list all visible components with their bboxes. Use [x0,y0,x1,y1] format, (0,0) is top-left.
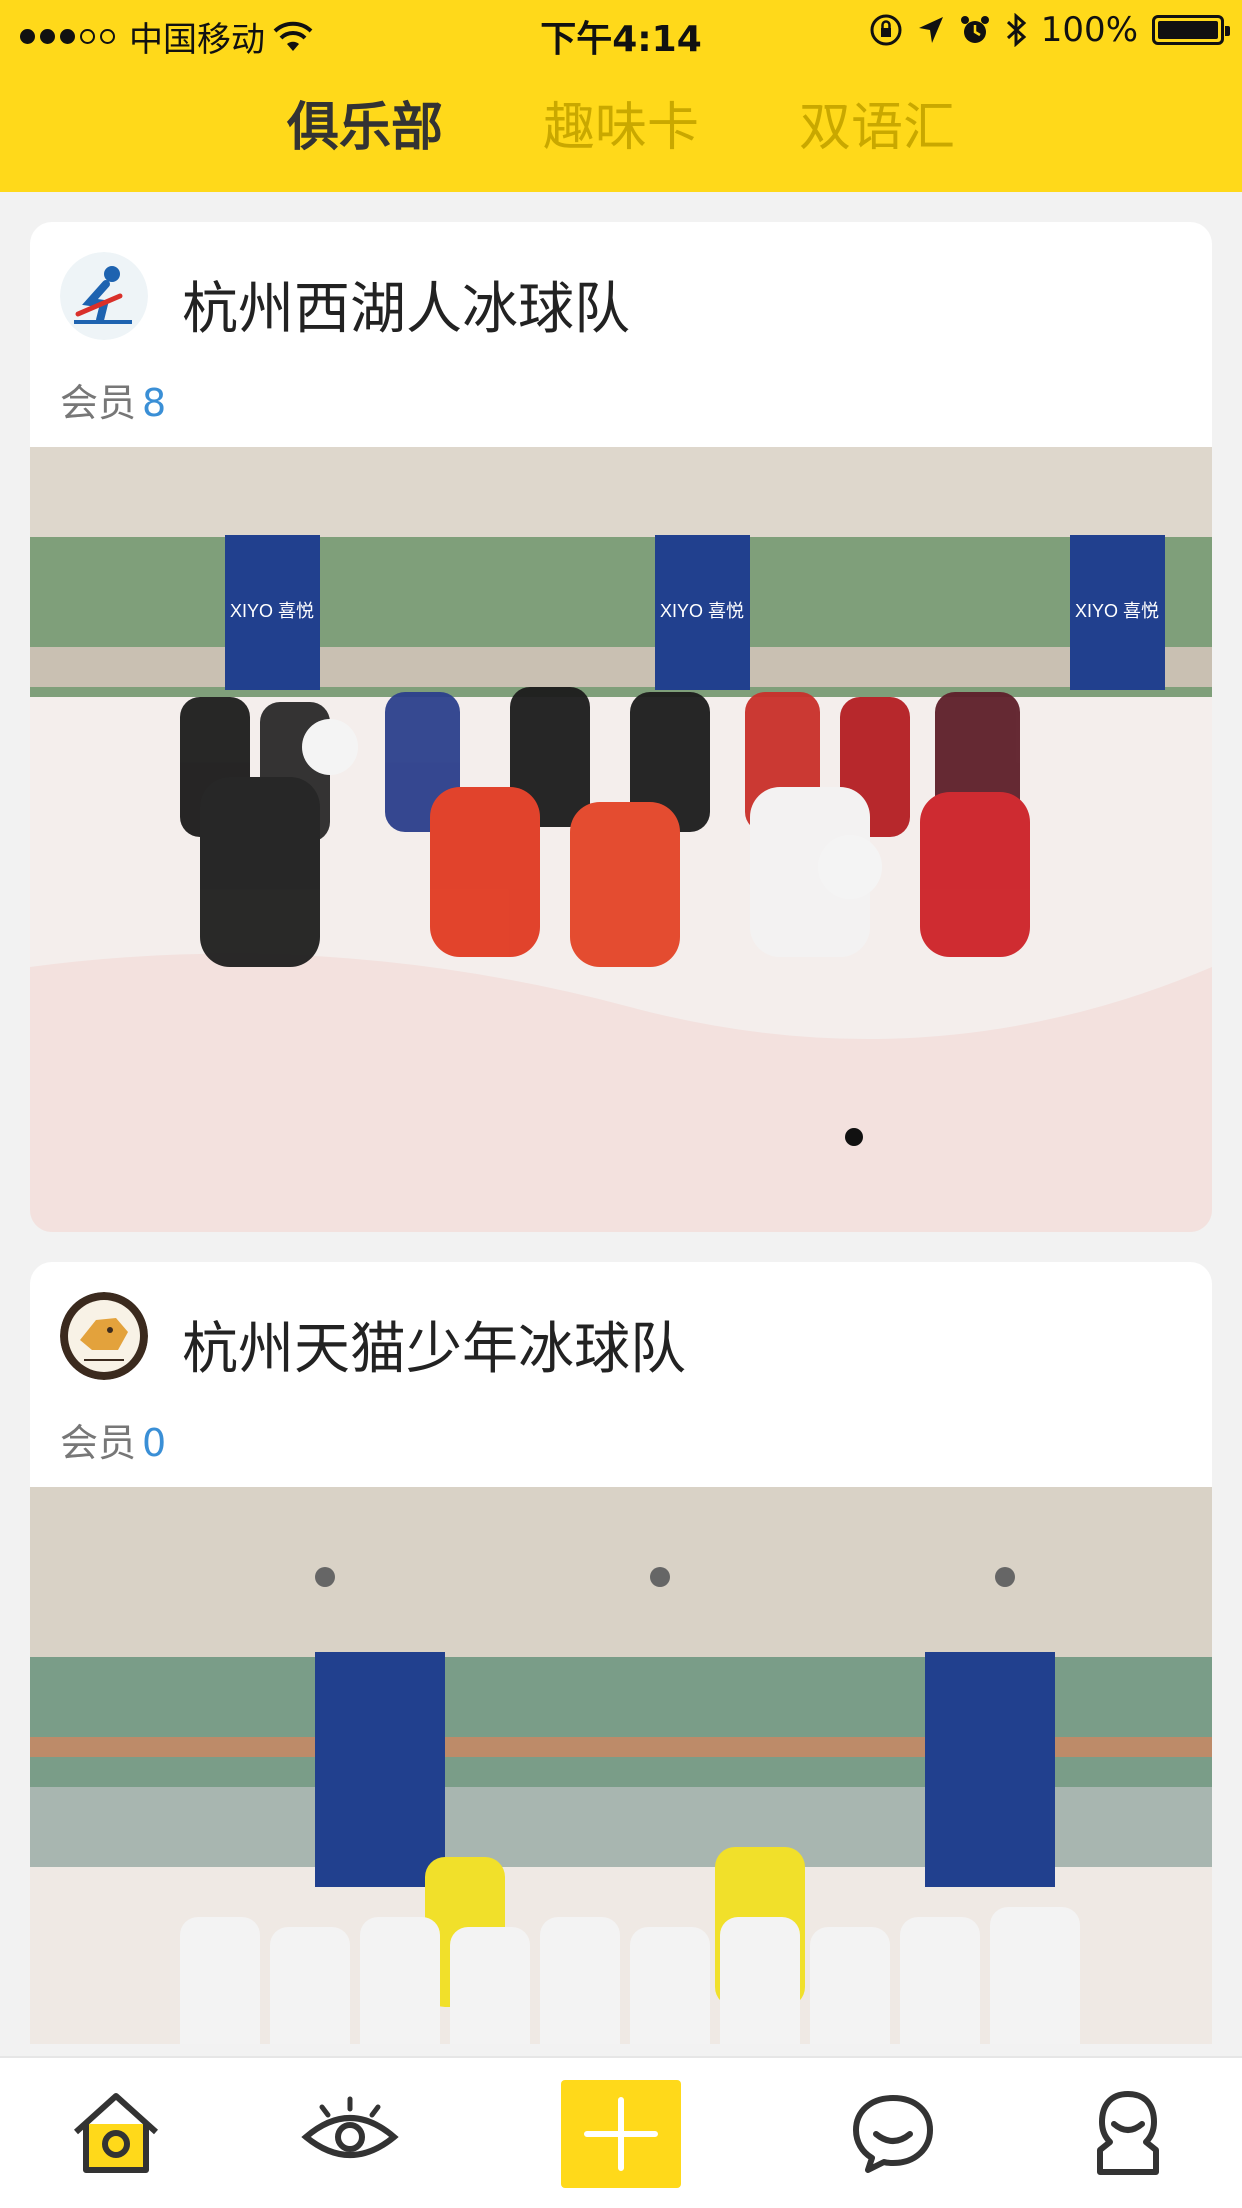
club-name[interactable]: 杭州西湖人冰球队 [182,264,630,345]
club-card[interactable]: 杭州西湖人冰球队 会员 8 XIYO 喜悦 XIYO 喜悦 XIYO 喜悦 [30,222,1212,1232]
club-name[interactable]: 杭州天猫少年冰球队 [182,1304,686,1385]
club-avatar[interactable] [60,252,148,340]
chat-icon [853,2095,933,2173]
battery-percent: 100% [1040,10,1138,50]
orientation-lock-icon [870,14,902,46]
nav-discover[interactable] [290,2078,410,2188]
status-bar: 中国移动 下午4:14 100% [0,0,1242,60]
club-card[interactable]: 杭州天猫少年冰球队 会员 0 [30,1262,1212,2044]
banner-text: XIYO 喜悦 [230,601,314,621]
banner-text: XIYO 喜悦 [660,601,744,621]
nav-profile[interactable] [1068,2078,1188,2188]
club-photo[interactable] [30,1487,1212,2044]
eye-icon [301,2096,399,2158]
nav-add-button[interactable] [561,2080,681,2188]
club-photo[interactable]: XIYO 喜悦 XIYO 喜悦 XIYO 喜悦 [30,447,1212,1232]
bottom-nav [0,2056,1242,2208]
members-count: 0 [142,1421,167,1465]
bluetooth-icon [1006,13,1027,47]
profile-icon [1097,2091,1159,2175]
nav-messages[interactable] [833,2078,953,2188]
top-tabs: 俱乐部 趣味卡 双语汇 [0,88,1242,168]
app-root: 中国移动 下午4:14 100% 俱乐部 趣味卡 双语汇 杭州西湖人冰球队 会员… [0,0,1242,2208]
battery-icon [1152,15,1230,45]
top-header: 中国移动 下午4:14 100% 俱乐部 趣味卡 双语汇 [0,0,1242,192]
location-icon [918,17,943,43]
cat-team-logo-icon [60,1292,148,1380]
members-count: 8 [142,381,167,425]
tab-bilingual[interactable]: 双语汇 [799,88,955,168]
signal-strength-icon [20,29,115,44]
tab-club[interactable]: 俱乐部 [287,88,443,168]
carrier-label: 中国移动 [129,20,265,60]
home-icon [73,2093,159,2173]
tab-fun-card[interactable]: 趣味卡 [543,88,699,168]
club-avatar[interactable] [60,1292,148,1380]
add-icon [584,2097,658,2171]
members-label: 会员 [60,381,137,425]
member-count: 会员 8 [60,372,166,427]
member-count: 会员 0 [60,1412,166,1467]
nav-home[interactable] [56,2078,176,2188]
hockey-player-logo-icon [60,252,148,340]
wifi-icon [273,21,313,51]
alarm-icon [960,16,989,43]
banner-text: XIYO 喜悦 [1075,601,1159,621]
club-feed[interactable]: 杭州西湖人冰球队 会员 8 XIYO 喜悦 XIYO 喜悦 XIYO 喜悦 杭州… [0,192,1242,2044]
members-label: 会员 [60,1421,137,1465]
